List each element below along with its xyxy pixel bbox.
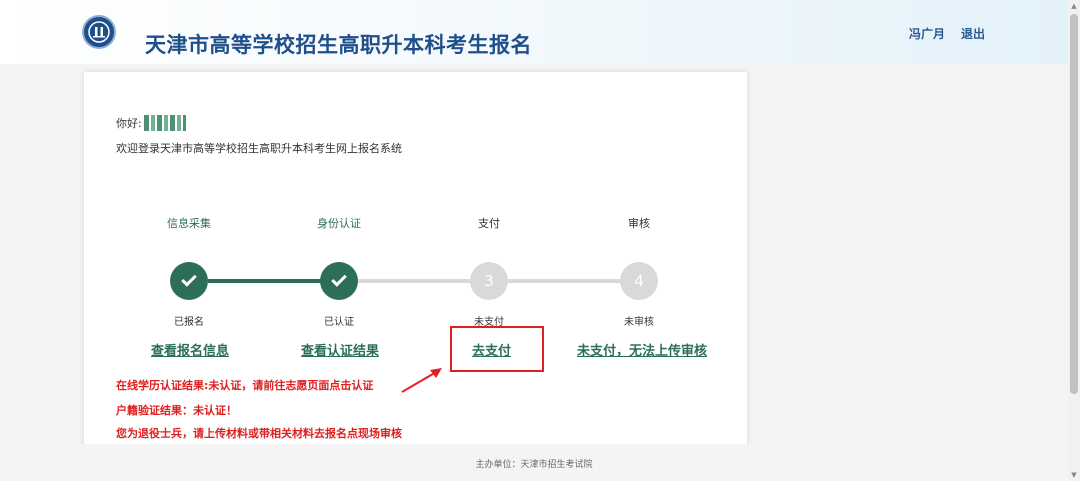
notice-household: 户籍验证结果：未认证！	[116, 404, 237, 417]
scroll-up-icon[interactable]: ▲	[1070, 2, 1078, 10]
step-label-identity: 身份认证	[317, 217, 361, 230]
progress-line-3	[508, 279, 622, 283]
progress-line-2	[358, 279, 472, 283]
highlight-box	[450, 326, 544, 372]
progress-line-1	[208, 279, 322, 283]
welcome-text: 欢迎登录天津市高等学校招生高职升本科考生网上报名系统	[116, 142, 402, 155]
step-status-review: 未审核	[624, 317, 654, 328]
scrollbar[interactable]: ▲ ▼	[1068, 0, 1080, 481]
step-circle-identity	[320, 262, 358, 300]
notice-veteran: 您为退役士兵，请上传材料或带相关材料去报名点现场审核	[116, 427, 402, 440]
masked-user-name	[143, 115, 186, 131]
check-icon	[181, 271, 197, 287]
footer: 主办单位：天津市招生考试院	[0, 444, 1068, 481]
scroll-down-icon[interactable]: ▼	[1070, 471, 1078, 479]
site-title: 天津市高等学校招生高职升本科考生报名	[145, 33, 532, 57]
step-circle-info	[170, 262, 208, 300]
view-verification-link[interactable]: 查看认证结果	[301, 340, 379, 359]
logout-link[interactable]: 退出	[961, 25, 985, 42]
notice-education: 在线学历认证结果:未认证，请前往志愿页面点击认证	[116, 379, 374, 392]
view-registration-link[interactable]: 查看报名信息	[151, 340, 229, 359]
upload-review-link[interactable]: 未支付，无法上传审核	[577, 340, 707, 359]
step-label-review: 审核	[628, 217, 650, 230]
step-status-identity: 已认证	[324, 317, 354, 328]
step-label-info: 信息采集	[167, 217, 211, 230]
check-icon	[331, 271, 347, 287]
header: 天津市高等学校招生高职升本科考生报名 冯广月 退出	[0, 0, 1080, 64]
step-status-info: 已报名	[174, 317, 204, 328]
university-logo-icon	[82, 15, 116, 49]
step-circle-review: 4	[620, 262, 658, 300]
step-label-payment: 支付	[478, 217, 500, 230]
step-circle-payment: 3	[470, 262, 508, 300]
greeting: 你好:	[116, 115, 186, 131]
scroll-thumb[interactable]	[1070, 14, 1078, 394]
arrow-icon	[401, 368, 442, 393]
footer-text: 主办单位：天津市招生考试院	[475, 460, 593, 470]
user-name-link[interactable]: 冯广月	[909, 25, 945, 42]
greeting-prefix: 你好:	[116, 117, 142, 130]
